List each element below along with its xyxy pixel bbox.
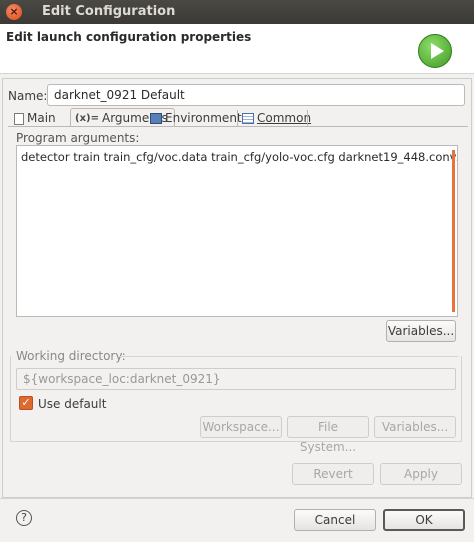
tab-baseline	[8, 126, 468, 127]
environment-tab-icon	[150, 113, 162, 124]
program-variables-button[interactable]: Variables...	[386, 320, 456, 342]
file-system-button[interactable]: File System...	[287, 416, 369, 454]
use-default-label: Use default	[38, 397, 107, 411]
apply-button[interactable]: Apply	[380, 463, 462, 485]
program-arguments-text: detector train train_cfg/voc.data train_…	[21, 150, 458, 164]
tab-common[interactable]: Common	[242, 111, 311, 127]
tab-main-label: Main	[27, 111, 56, 125]
tab-main[interactable]: Main	[14, 111, 56, 127]
working-directory-variables-button[interactable]: Variables...	[374, 416, 456, 438]
tab-environment-label: Environment	[165, 111, 242, 125]
name-input[interactable]	[47, 84, 465, 106]
common-tab-icon	[242, 113, 254, 124]
ok-button[interactable]: OK	[383, 509, 465, 531]
tab-environment[interactable]: Environment	[150, 111, 242, 127]
program-arguments-label: Program arguments:	[16, 131, 140, 145]
working-directory-label: Working directory:	[16, 349, 126, 363]
main-tab-icon	[14, 112, 24, 125]
program-arguments-textarea[interactable]: detector train train_cfg/voc.data train_…	[16, 145, 458, 317]
workspace-button[interactable]: Workspace...	[200, 416, 282, 438]
cancel-button[interactable]: Cancel	[294, 509, 376, 531]
revert-button[interactable]: Revert	[292, 463, 374, 485]
close-icon[interactable]: ×	[6, 4, 22, 20]
use-default-checkbox[interactable]: ✓	[19, 396, 33, 410]
working-directory-input[interactable]: ${workspace_loc:darknet_0921}	[16, 368, 456, 390]
run-icon	[418, 34, 452, 68]
footer-divider	[0, 498, 474, 499]
name-label: Name:	[8, 89, 48, 103]
window-title: Edit Configuration	[42, 4, 176, 19]
tab-divider	[237, 110, 238, 127]
group-rule	[118, 356, 458, 357]
tab-divider	[307, 110, 308, 127]
help-icon[interactable]: ?	[16, 510, 32, 526]
scrollbar[interactable]	[452, 150, 455, 312]
dialog-heading: Edit launch configuration properties	[6, 30, 252, 44]
arguments-tab-icon: (x)=	[75, 113, 99, 124]
tab-common-label: Common	[257, 111, 312, 125]
dialog-header: Edit launch configuration properties	[0, 24, 474, 74]
title-bar: × Edit Configuration	[0, 0, 474, 24]
